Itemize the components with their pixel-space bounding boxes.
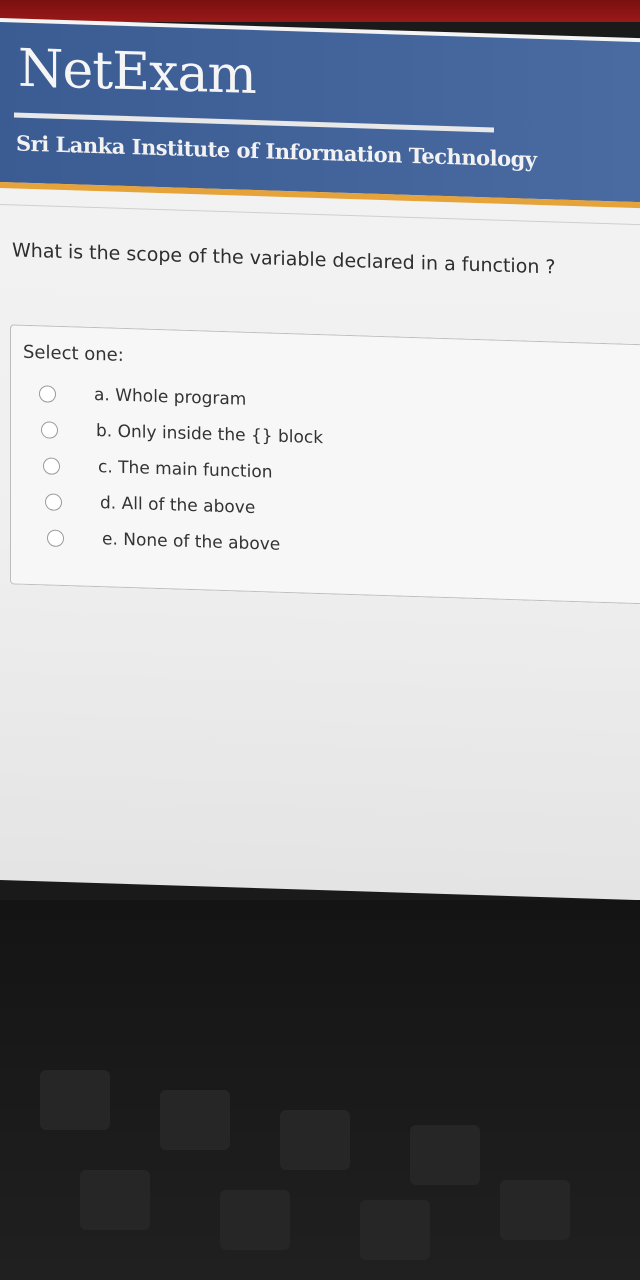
option-label[interactable]: a. Whole program [94, 385, 246, 410]
laptop-screen: NetExam Sri Lanka Institute of Informati… [0, 18, 640, 901]
keyboard-key [280, 1110, 350, 1170]
institute-name: Sri Lanka Institute of Information Techn… [16, 130, 537, 172]
option-d[interactable]: d. All of the above [45, 486, 255, 523]
option-label[interactable]: d. All of the above [100, 493, 255, 518]
keyboard-key [360, 1200, 430, 1260]
blank-page-area [0, 618, 640, 898]
header-banner: NetExam Sri Lanka Institute of Informati… [0, 22, 640, 203]
option-b[interactable]: b. Only inside the {} block [41, 414, 323, 453]
keyboard-key [500, 1180, 570, 1240]
keyboard-key [160, 1090, 230, 1150]
question-panel: What is the scope of the variable declar… [0, 204, 640, 306]
radio-button[interactable] [45, 492, 62, 511]
option-a[interactable]: a. Whole program [39, 378, 246, 415]
option-label[interactable]: c. The main function [98, 457, 273, 482]
keyboard-key [80, 1170, 150, 1230]
option-c[interactable]: c. The main function [43, 450, 273, 487]
keyboard-key [410, 1125, 480, 1185]
laptop-keyboard [0, 900, 640, 1280]
select-one-label: Select one: [23, 341, 124, 366]
option-label[interactable]: e. None of the above [102, 529, 280, 555]
option-e[interactable]: e. None of the above [47, 522, 280, 559]
radio-button[interactable] [43, 456, 60, 475]
radio-button[interactable] [47, 528, 64, 547]
question-text: What is the scope of the variable declar… [12, 239, 556, 279]
radio-button[interactable] [39, 384, 56, 403]
keyboard-key [40, 1070, 110, 1130]
radio-button[interactable] [41, 420, 58, 439]
answer-panel: Select one: a. Whole program b. Only ins… [10, 324, 640, 605]
laptop-bezel-top [0, 0, 640, 22]
netexam-logo: NetExam [18, 38, 256, 107]
logo-underline [14, 112, 494, 133]
keyboard-key [220, 1190, 290, 1250]
option-label[interactable]: b. Only inside the {} block [96, 421, 323, 448]
